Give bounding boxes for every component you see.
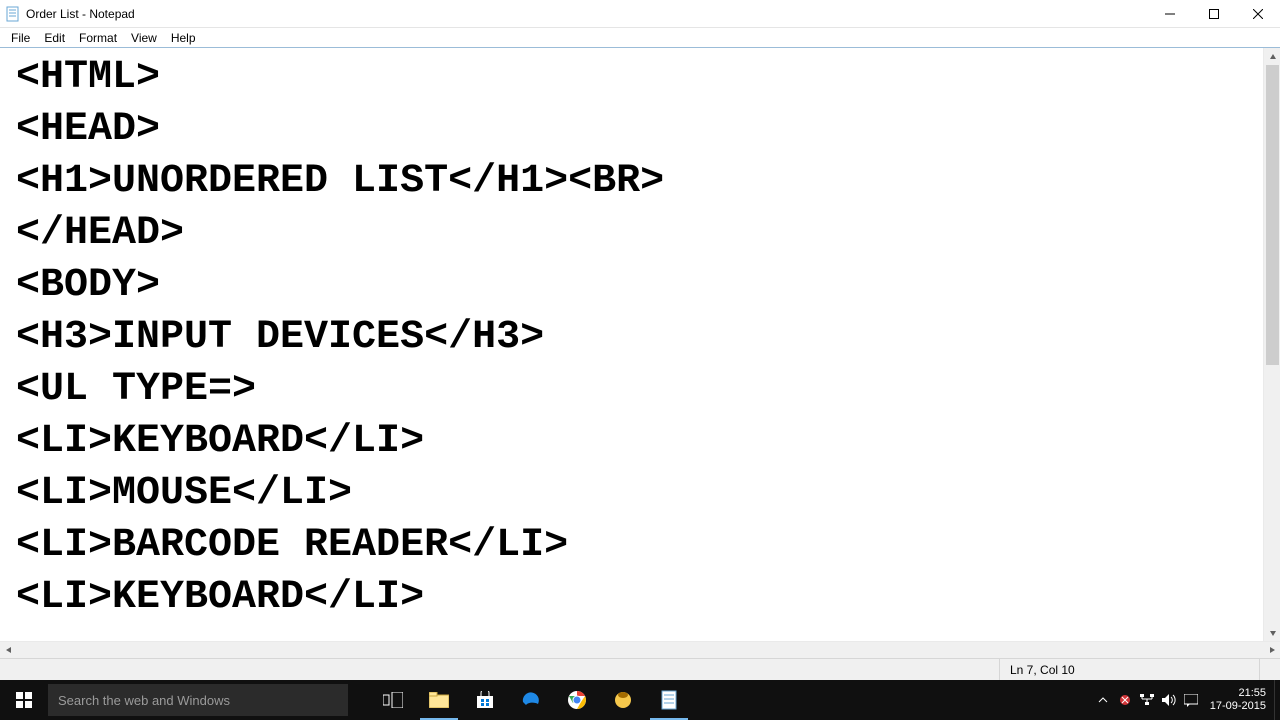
tray-show-hidden-icon[interactable] bbox=[1092, 680, 1114, 720]
editor-wrap: <HTML> <HEAD> <H1>UNORDERED LIST</H1><BR… bbox=[0, 48, 1280, 658]
taskbar-edge[interactable] bbox=[508, 680, 554, 720]
tray-volume-icon[interactable] bbox=[1158, 680, 1180, 720]
vertical-scrollbar[interactable] bbox=[1263, 48, 1280, 641]
scroll-up-arrow-icon[interactable] bbox=[1264, 48, 1280, 65]
title-bar: Order List - Notepad bbox=[0, 0, 1280, 28]
system-tray: 21:55 17-09-2015 bbox=[1092, 680, 1280, 720]
tray-network-icon[interactable] bbox=[1136, 680, 1158, 720]
minimize-button[interactable] bbox=[1148, 0, 1192, 28]
tray-security-icon[interactable] bbox=[1114, 680, 1136, 720]
horizontal-scrollbar[interactable] bbox=[0, 641, 1280, 658]
tray-date: 17-09-2015 bbox=[1210, 700, 1266, 713]
status-bar: Ln 7, Col 10 bbox=[0, 658, 1280, 680]
tray-clock[interactable]: 21:55 17-09-2015 bbox=[1202, 687, 1274, 713]
taskbar-chrome[interactable] bbox=[554, 680, 600, 720]
taskbar: Search the web and Windows bbox=[0, 680, 1280, 720]
taskbar-file-explorer[interactable] bbox=[416, 680, 462, 720]
text-editor[interactable]: <HTML> <HEAD> <H1>UNORDERED LIST</H1><BR… bbox=[0, 48, 1263, 641]
vertical-scroll-thumb[interactable] bbox=[1266, 65, 1279, 365]
taskbar-notepad[interactable] bbox=[646, 680, 692, 720]
menu-edit[interactable]: Edit bbox=[37, 29, 72, 47]
status-cursor-position: Ln 7, Col 10 bbox=[999, 659, 1259, 680]
taskbar-app-yellow[interactable] bbox=[600, 680, 646, 720]
task-view-button[interactable] bbox=[370, 680, 416, 720]
windows-logo-icon bbox=[16, 692, 32, 708]
menu-help[interactable]: Help bbox=[164, 29, 203, 47]
scroll-left-arrow-icon[interactable] bbox=[0, 642, 17, 659]
taskbar-search[interactable]: Search the web and Windows bbox=[48, 684, 348, 716]
taskbar-search-placeholder: Search the web and Windows bbox=[58, 693, 230, 708]
menu-file[interactable]: File bbox=[4, 29, 37, 47]
close-button[interactable] bbox=[1236, 0, 1280, 28]
taskbar-store[interactable] bbox=[462, 680, 508, 720]
notepad-app-icon bbox=[5, 6, 21, 22]
notepad-window: Order List - Notepad File Edit Format Vi… bbox=[0, 0, 1280, 720]
tray-time: 21:55 bbox=[1210, 687, 1266, 700]
start-button[interactable] bbox=[0, 680, 48, 720]
scroll-down-arrow-icon[interactable] bbox=[1264, 624, 1280, 641]
window-title: Order List - Notepad bbox=[26, 7, 135, 21]
status-resize-grip[interactable] bbox=[1259, 659, 1280, 680]
tray-action-center-icon[interactable] bbox=[1180, 680, 1202, 720]
menu-format[interactable]: Format bbox=[72, 29, 124, 47]
editor-body: <HTML> <HEAD> <H1>UNORDERED LIST</H1><BR… bbox=[0, 48, 1280, 641]
scroll-right-arrow-icon[interactable] bbox=[1263, 642, 1280, 659]
show-desktop-button[interactable] bbox=[1274, 680, 1280, 720]
menu-bar: File Edit Format View Help bbox=[0, 28, 1280, 48]
menu-view[interactable]: View bbox=[124, 29, 164, 47]
maximize-button[interactable] bbox=[1192, 0, 1236, 28]
